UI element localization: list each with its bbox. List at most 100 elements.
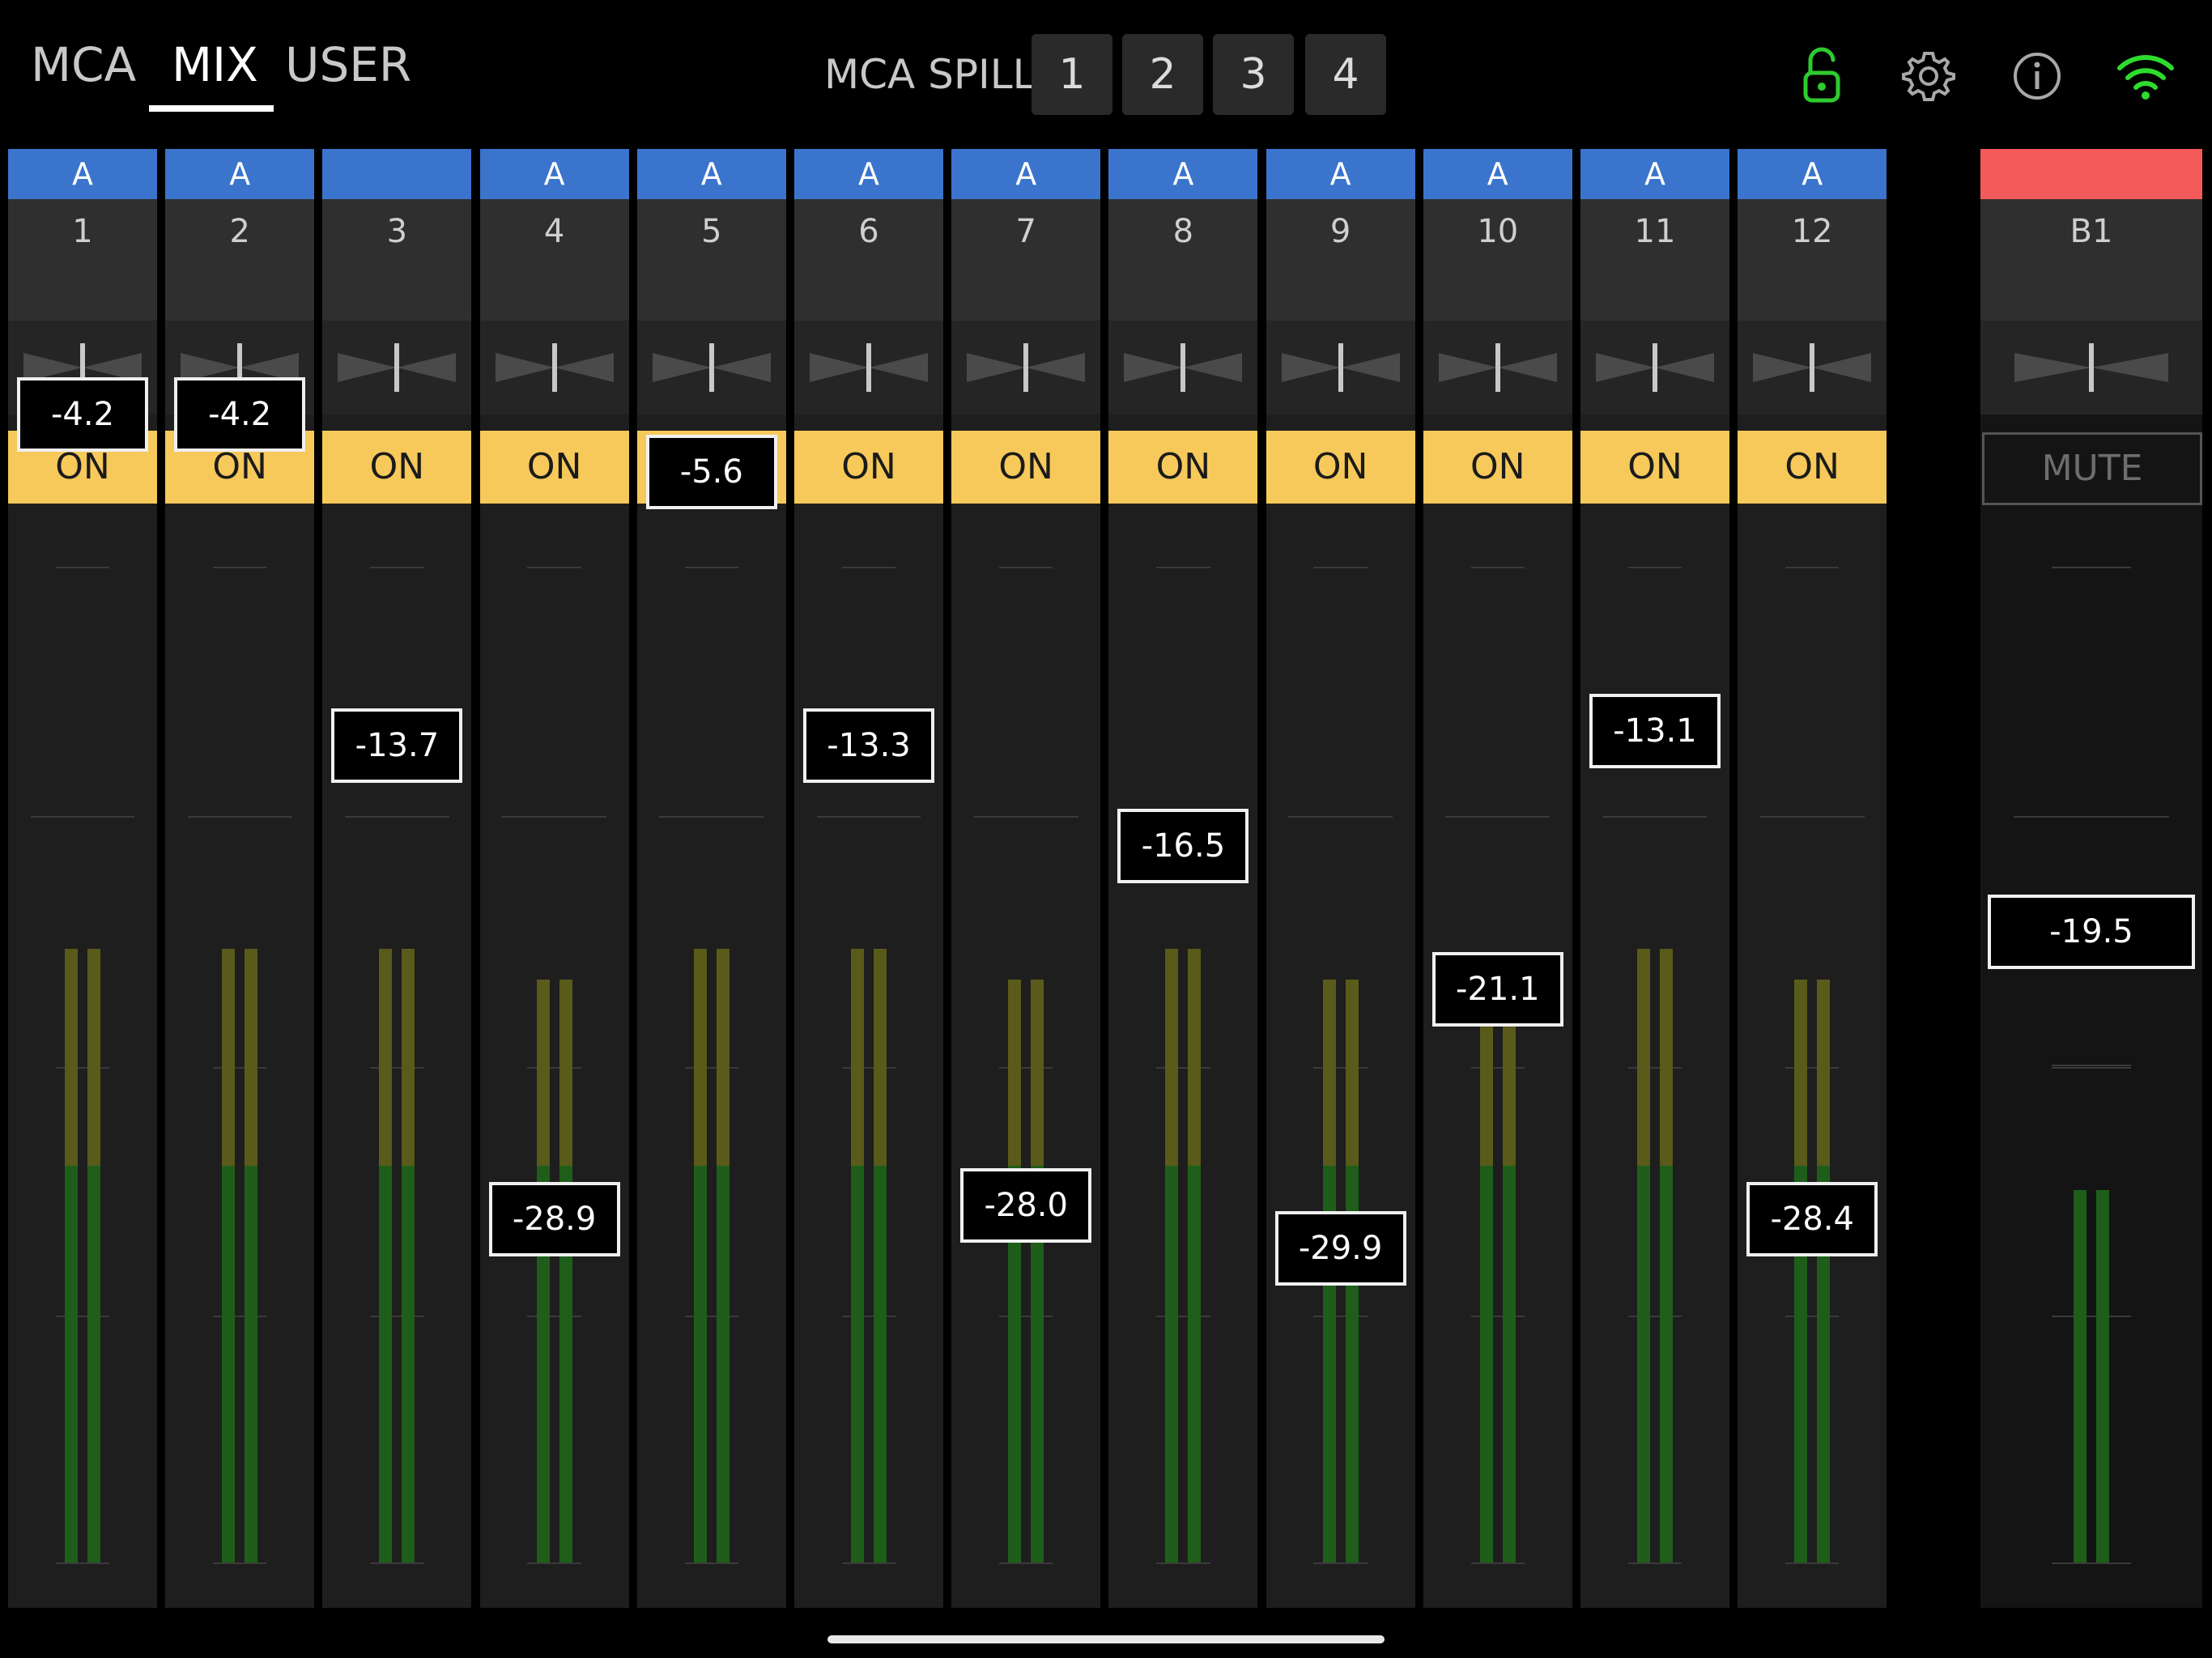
fader-value-handle[interactable]: -28.9	[488, 1182, 620, 1257]
fader-value-handle[interactable]: -19.5	[1988, 895, 2195, 970]
fader-value-handle[interactable]: -28.4	[1746, 1182, 1878, 1257]
on-button[interactable]: ON	[322, 431, 472, 504]
active-tab-indicator	[149, 105, 274, 112]
on-button[interactable]: ON	[479, 431, 629, 504]
spill-button-3[interactable]: 3	[1213, 34, 1294, 115]
unlock-icon[interactable]	[1788, 42, 1856, 110]
channel-name[interactable]: 8	[1108, 199, 1258, 321]
spill-button-1[interactable]: 1	[1032, 34, 1112, 115]
tab-mix[interactable]: MIX	[172, 32, 258, 97]
tab-user[interactable]: USER	[285, 32, 411, 97]
channel-name[interactable]: 5	[636, 199, 786, 321]
on-button[interactable]: ON	[794, 431, 943, 504]
pan-control[interactable]	[636, 321, 786, 414]
channel-name[interactable]: 1	[8, 199, 157, 321]
pan-control[interactable]	[1738, 321, 1887, 414]
fader-area[interactable]: -5.6	[637, 435, 786, 1608]
fader-area[interactable]: -28.4	[1738, 504, 1887, 1608]
fader-value-handle[interactable]: -4.2	[174, 377, 306, 453]
fader-scale-tick	[1602, 816, 1708, 818]
fader-scale-tick	[2051, 1316, 2132, 1317]
level-meter	[536, 980, 550, 1562]
fader-scale-tick	[370, 567, 424, 568]
spill-button-4[interactable]: 4	[1305, 34, 1386, 115]
fader-area[interactable]: -16.5	[1108, 504, 1257, 1608]
fader-area[interactable]: -13.7	[322, 504, 471, 1608]
fader-value-handle[interactable]: -13.1	[1589, 693, 1721, 768]
level-meter	[1008, 980, 1022, 1562]
group-color-bar: A	[1738, 149, 1887, 199]
fader-scale-tick	[659, 816, 764, 818]
fader-area[interactable]: -13.3	[794, 504, 943, 1608]
pan-control[interactable]	[794, 321, 943, 414]
fader-value-handle[interactable]: -5.6	[645, 435, 777, 510]
fader-area[interactable]: -21.1	[1423, 504, 1572, 1608]
fader-scale-tick	[841, 1067, 896, 1069]
fader-scale-tick	[684, 1316, 738, 1317]
mute-button[interactable]: MUTE	[1982, 432, 2202, 505]
fader-area[interactable]: -19.5	[1980, 504, 2202, 1608]
wifi-icon[interactable]	[2112, 42, 2180, 110]
fader-value-handle[interactable]: -13.7	[331, 708, 463, 783]
fader-value-handle[interactable]: -16.5	[1117, 808, 1249, 883]
fader-value-handle[interactable]: -21.1	[1431, 952, 1563, 1027]
channel-name[interactable]: 11	[1580, 199, 1729, 321]
fader-scale-tick	[1470, 567, 1525, 568]
fader-scale-tick	[1445, 816, 1551, 818]
pan-icon	[1124, 343, 1243, 392]
level-meter	[874, 949, 887, 1562]
level-meter	[1794, 980, 1808, 1562]
on-button[interactable]: ON	[1108, 431, 1258, 504]
channel-name[interactable]: 3	[322, 199, 472, 321]
tab-mca[interactable]: MCA	[31, 32, 136, 97]
pan-control[interactable]	[951, 321, 1101, 414]
pan-control[interactable]	[322, 321, 472, 414]
fader-scale-tick	[1759, 816, 1865, 818]
pan-control[interactable]	[1266, 321, 1415, 414]
channel-name[interactable]: 9	[1266, 199, 1415, 321]
fader-scale-tick	[2014, 816, 2169, 818]
fader-value-handle[interactable]: -28.0	[960, 1167, 1092, 1243]
channel-strip-7: A 7 ON -28.0	[951, 149, 1101, 1608]
pan-icon	[1753, 343, 1872, 392]
channel-name[interactable]: 6	[794, 199, 943, 321]
fader-area[interactable]: -28.0	[951, 504, 1100, 1608]
master-name[interactable]: B1	[1980, 199, 2202, 321]
on-button[interactable]: ON	[951, 431, 1101, 504]
fader-area[interactable]: -13.1	[1580, 504, 1729, 1608]
channel-name[interactable]: 7	[951, 199, 1101, 321]
on-button[interactable]: ON	[1266, 431, 1415, 504]
pan-control[interactable]	[479, 321, 629, 414]
fader-scale-tick	[1313, 1067, 1368, 1069]
fader-scale-tick	[370, 1562, 424, 1564]
top-bar: MCA MIX USER MCA SPILL 1 2 3 4	[0, 0, 2212, 146]
channel-name[interactable]: 4	[479, 199, 629, 321]
fader-value-handle[interactable]: -29.9	[1274, 1210, 1406, 1286]
fader-value-handle[interactable]: -13.3	[803, 708, 934, 783]
fader-area[interactable]: -4.2	[8, 377, 157, 1608]
fader-area[interactable]: -4.2	[165, 377, 314, 1608]
fader-area[interactable]: -28.9	[480, 504, 629, 1608]
pan-control[interactable]	[1980, 321, 2202, 414]
gear-icon[interactable]	[1895, 42, 1963, 110]
channel-name[interactable]: 2	[165, 199, 315, 321]
pan-control[interactable]	[1108, 321, 1258, 414]
fader-scale-tick	[816, 816, 921, 818]
fader-scale-tick	[684, 1562, 738, 1564]
on-button[interactable]: ON	[1738, 431, 1887, 504]
level-meter	[245, 949, 258, 1562]
on-button[interactable]: ON	[1580, 431, 1729, 504]
info-icon[interactable]	[2003, 42, 2071, 110]
on-button[interactable]: ON	[1423, 431, 1572, 504]
pan-control[interactable]	[1580, 321, 1729, 414]
fader-scale-tick	[999, 1562, 1053, 1564]
channel-strip-2: A 2 ON -4.2	[165, 149, 315, 1608]
channel-strip-10: A 10 ON -21.1	[1423, 149, 1572, 1608]
pan-control[interactable]	[1423, 321, 1572, 414]
fader-area[interactable]: -29.9	[1266, 504, 1415, 1608]
channel-name[interactable]: 12	[1738, 199, 1887, 321]
spill-button-2[interactable]: 2	[1122, 34, 1203, 115]
channel-name[interactable]: 10	[1423, 199, 1572, 321]
group-color-bar: A	[1108, 149, 1258, 199]
fader-value-handle[interactable]: -4.2	[17, 377, 148, 453]
